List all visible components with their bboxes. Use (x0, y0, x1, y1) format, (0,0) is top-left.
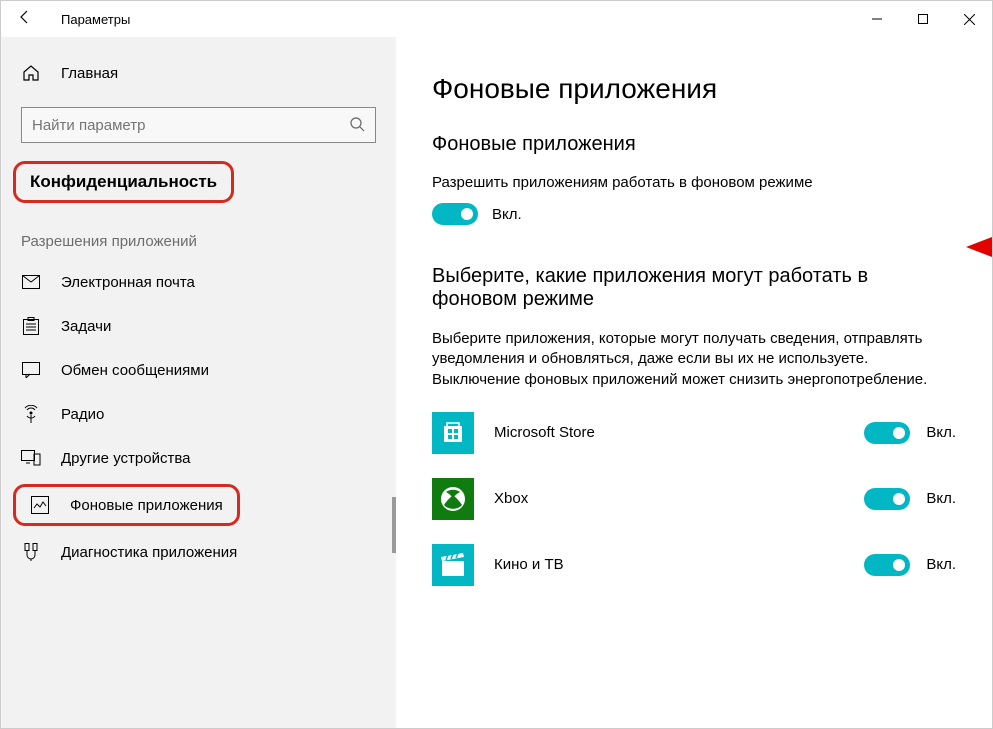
search-box[interactable] (21, 107, 376, 143)
sidebar: Главная Конфиденциальность Разрешения пр… (1, 37, 396, 728)
diagnostics-icon (21, 542, 41, 562)
app-toggle-movies[interactable] (864, 554, 910, 576)
sidebar-item-label: Обмен сообщениями (61, 362, 209, 379)
app-toggle-xbox[interactable] (864, 488, 910, 510)
section-choose-apps-title: Выберите, какие приложения могут работат… (432, 265, 942, 311)
main-content: Фоновые приложения Фоновые приложения Ра… (396, 37, 992, 728)
app-name: Microsoft Store (494, 424, 654, 441)
allow-background-toggle[interactable] (432, 203, 478, 225)
store-icon (432, 412, 474, 454)
tasks-icon (21, 316, 41, 336)
minimize-button[interactable] (854, 1, 900, 37)
sidebar-item-radio[interactable]: Радио (1, 392, 396, 436)
app-toggle-store[interactable] (864, 422, 910, 444)
xbox-icon (432, 478, 474, 520)
home-icon (21, 63, 41, 83)
titlebar: Параметры (1, 1, 992, 37)
app-row-store: Microsoft Store Вкл. (432, 412, 956, 454)
sidebar-item-label: Радио (61, 406, 104, 423)
app-toggle-state: Вкл. (926, 424, 956, 441)
app-row-movies: Кино и ТВ Вкл. (432, 544, 956, 586)
home-label: Главная (61, 65, 118, 82)
sidebar-item-tasks[interactable]: Задачи (1, 304, 396, 348)
section-background-apps-title: Фоновые приложения (432, 133, 956, 156)
sidebar-item-email[interactable]: Электронная почта (1, 260, 396, 304)
home-link[interactable]: Главная (1, 53, 396, 93)
radio-icon (21, 404, 41, 424)
sidebar-item-messaging[interactable]: Обмен сообщениями (1, 348, 396, 392)
sidebar-item-label: Диагностика приложения (61, 544, 237, 561)
group-label: Разрешения приложений (1, 223, 396, 260)
search-icon (349, 116, 365, 135)
app-name: Xbox (494, 490, 654, 507)
sidebar-item-diagnostics[interactable]: Диагностика приложения (1, 530, 396, 574)
help-text: Выберите приложения, которые могут получ… (432, 329, 942, 390)
maximize-button[interactable] (900, 1, 946, 37)
app-name: Кино и ТВ (494, 556, 654, 573)
sidebar-item-label: Другие устройства (61, 450, 190, 467)
background-apps-icon (30, 495, 50, 515)
close-button[interactable] (946, 1, 992, 37)
messaging-icon (21, 360, 41, 380)
sidebar-item-background-apps[interactable]: Фоновые приложения (13, 484, 240, 526)
app-toggle-state: Вкл. (926, 556, 956, 573)
sidebar-item-label: Задачи (61, 318, 111, 335)
search-input[interactable] (32, 117, 332, 134)
page-title: Фоновые приложения (432, 73, 956, 105)
toggle-state-label: Вкл. (492, 206, 522, 223)
allow-background-label: Разрешить приложениям работать в фоновом… (432, 174, 956, 191)
mail-icon (21, 272, 41, 292)
app-toggle-state: Вкл. (926, 490, 956, 507)
app-row-xbox: Xbox Вкл. (432, 478, 956, 520)
section-privacy[interactable]: Конфиденциальность (13, 161, 234, 203)
sidebar-item-other-devices[interactable]: Другие устройства (1, 436, 396, 480)
back-button[interactable] (17, 9, 33, 30)
annotation-arrow (966, 235, 992, 259)
window-title: Параметры (61, 12, 130, 27)
sidebar-item-label: Фоновые приложения (70, 497, 223, 514)
sidebar-item-label: Электронная почта (61, 274, 195, 291)
movies-icon (432, 544, 474, 586)
devices-icon (21, 448, 41, 468)
